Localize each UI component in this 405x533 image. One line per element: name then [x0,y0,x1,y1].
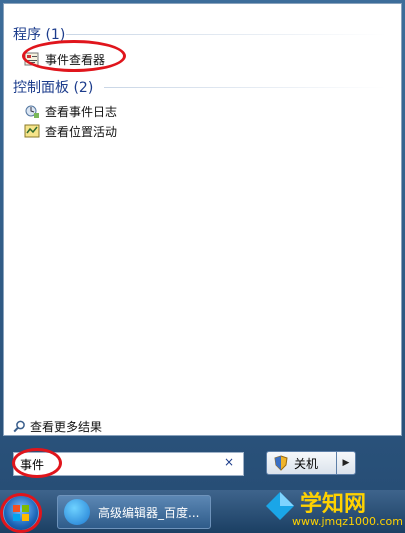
location-activity-icon [24,123,40,139]
result-item-view-location-activity[interactable]: 查看位置活动 [24,121,117,141]
result-item-label: 查看事件日志 [45,104,118,119]
group-divider [66,34,386,35]
annotation-circle-search [12,448,62,478]
watermark-title: 学知网 [300,492,367,517]
watermark: 学知网 www.jmqz1000.com [262,482,405,533]
search-icon [13,420,26,433]
browser-icon [64,499,90,525]
watermark-url: www.jmqz1000.com [292,515,403,528]
shield-icon [274,455,288,471]
annotation-circle-event-viewer [22,40,126,72]
clear-search-icon[interactable]: × [221,455,237,471]
start-menu: 程序 (1) 事件查看器 控制面板 (2) 查看事件日志 查看位置活动 查看更多… [0,0,405,490]
group-divider [104,87,386,88]
see-more-results-link[interactable]: 查看更多结果 [13,418,102,435]
shutdown-label: 关机 [294,456,319,471]
shutdown-options-arrow[interactable]: ▶ [336,451,356,475]
taskbar-button-label: 高级编辑器_百度... [98,505,200,520]
result-item-view-event-logs[interactable]: 查看事件日志 [24,101,117,121]
annotation-circle-start [0,493,42,533]
result-item-label: 查看位置活动 [45,124,118,139]
screenshot: 程序 (1) 事件查看器 控制面板 (2) 查看事件日志 查看位置活动 查看更多… [0,0,405,533]
shutdown-button[interactable]: 关机 [266,451,337,475]
taskbar-button-editor[interactable]: 高级编辑器_百度... [57,495,211,529]
see-more-results-label: 查看更多结果 [30,420,103,434]
group-title-control-panel: 控制面板 (2) [13,80,94,96]
event-log-icon [24,103,40,119]
